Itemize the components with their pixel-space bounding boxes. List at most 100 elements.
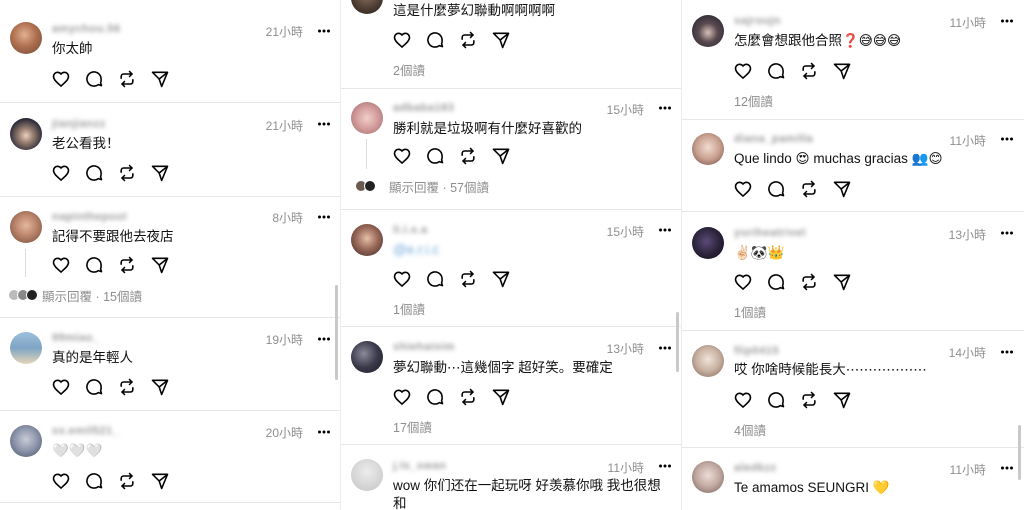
username[interactable]: amychou.56	[52, 23, 121, 35]
more-options-icon[interactable]	[1000, 461, 1014, 475]
share-icon[interactable]	[831, 178, 853, 200]
avatar[interactable]	[10, 425, 42, 457]
repost-icon[interactable]	[457, 268, 479, 290]
reply-icon[interactable]	[83, 376, 105, 398]
avatar[interactable]	[10, 211, 42, 243]
reply-icon[interactable]	[83, 254, 105, 276]
share-icon[interactable]	[831, 271, 853, 293]
like-icon[interactable]	[50, 376, 72, 398]
repost-icon[interactable]	[798, 271, 820, 293]
avatar[interactable]	[351, 102, 383, 134]
like-icon[interactable]	[732, 389, 754, 411]
like-icon[interactable]	[732, 271, 754, 293]
share-icon[interactable]	[149, 68, 171, 90]
repost-icon[interactable]	[116, 162, 138, 184]
avatar[interactable]	[692, 15, 724, 47]
like-icon[interactable]	[391, 29, 413, 51]
avatar[interactable]	[10, 22, 42, 54]
more-options-icon[interactable]	[317, 210, 331, 224]
avatar[interactable]	[351, 341, 383, 373]
avatar[interactable]	[10, 118, 42, 150]
reply-icon[interactable]	[765, 271, 787, 293]
more-options-icon[interactable]	[658, 341, 672, 355]
reply-icon[interactable]	[765, 60, 787, 82]
repost-icon[interactable]	[116, 376, 138, 398]
like-icon[interactable]	[391, 386, 413, 408]
more-options-icon[interactable]	[317, 117, 331, 131]
repost-icon[interactable]	[798, 389, 820, 411]
share-icon[interactable]	[490, 145, 512, 167]
read-count[interactable]: 1個讀	[734, 302, 766, 321]
reply-icon[interactable]	[765, 389, 787, 411]
username[interactable]: flip0415	[734, 345, 779, 357]
username[interactable]: sajroujn	[734, 15, 781, 27]
more-options-icon[interactable]	[658, 459, 672, 473]
more-options-icon[interactable]	[317, 332, 331, 346]
reply-icon[interactable]	[83, 68, 105, 90]
share-icon[interactable]	[831, 389, 853, 411]
read-count[interactable]: 4個讀	[734, 420, 766, 439]
share-icon[interactable]	[149, 162, 171, 184]
avatar[interactable]	[351, 0, 383, 14]
share-icon[interactable]	[149, 254, 171, 276]
read-count[interactable]: 17個讀	[393, 417, 432, 436]
repost-icon[interactable]	[457, 29, 479, 51]
reply-icon[interactable]	[424, 29, 446, 51]
username[interactable]: napinthepool	[52, 211, 127, 223]
repost-icon[interactable]	[116, 68, 138, 90]
like-icon[interactable]	[732, 60, 754, 82]
avatar[interactable]	[692, 227, 724, 259]
username[interactable]: yuriheatrivel	[734, 227, 806, 239]
reply-icon[interactable]	[765, 178, 787, 200]
read-count[interactable]: 12個讀	[734, 91, 773, 110]
repost-icon[interactable]	[116, 254, 138, 276]
like-icon[interactable]	[391, 145, 413, 167]
more-options-icon[interactable]	[658, 101, 672, 115]
share-icon[interactable]	[490, 268, 512, 290]
more-options-icon[interactable]	[658, 223, 672, 237]
like-icon[interactable]	[391, 268, 413, 290]
show-replies-link[interactable]: 顯示回覆 · 15個讀	[8, 286, 142, 305]
scrollbar[interactable]	[335, 285, 338, 380]
read-count[interactable]: 2個讀	[393, 60, 425, 79]
reply-icon[interactable]	[83, 162, 105, 184]
avatar[interactable]	[351, 459, 383, 491]
repost-icon[interactable]	[116, 470, 138, 492]
avatar[interactable]	[692, 345, 724, 377]
reply-icon[interactable]	[83, 470, 105, 492]
repost-icon[interactable]	[457, 145, 479, 167]
share-icon[interactable]	[490, 29, 512, 51]
read-count[interactable]: 1個讀	[393, 299, 425, 318]
avatar[interactable]	[351, 224, 383, 256]
repost-icon[interactable]	[798, 60, 820, 82]
more-options-icon[interactable]	[317, 425, 331, 439]
like-icon[interactable]	[50, 254, 72, 276]
reply-icon[interactable]	[424, 386, 446, 408]
repost-icon[interactable]	[798, 178, 820, 200]
like-icon[interactable]	[50, 68, 72, 90]
scrollbar[interactable]	[1018, 425, 1021, 480]
more-options-icon[interactable]	[1000, 14, 1014, 28]
reply-icon[interactable]	[424, 145, 446, 167]
username[interactable]: aledkzz	[734, 462, 777, 474]
like-icon[interactable]	[50, 162, 72, 184]
like-icon[interactable]	[50, 470, 72, 492]
more-options-icon[interactable]	[1000, 226, 1014, 240]
username[interactable]: 99miao_	[52, 332, 100, 344]
avatar[interactable]	[692, 461, 724, 493]
username[interactable]: shiehaisim	[393, 341, 455, 353]
username[interactable]: xx.emil521_	[52, 425, 119, 437]
share-icon[interactable]	[149, 376, 171, 398]
like-icon[interactable]	[732, 178, 754, 200]
reply-icon[interactable]	[424, 268, 446, 290]
username[interactable]: diana_pamilla	[734, 133, 813, 145]
more-options-icon[interactable]	[1000, 132, 1014, 146]
username[interactable]: j.ls_swan	[393, 460, 446, 472]
avatar[interactable]	[10, 332, 42, 364]
username[interactable]: jianjianzz	[52, 118, 106, 130]
share-icon[interactable]	[149, 470, 171, 492]
more-options-icon[interactable]	[1000, 345, 1014, 359]
avatar[interactable]	[692, 133, 724, 165]
username[interactable]: li.i.s.a	[393, 224, 428, 236]
scrollbar[interactable]	[676, 312, 679, 372]
